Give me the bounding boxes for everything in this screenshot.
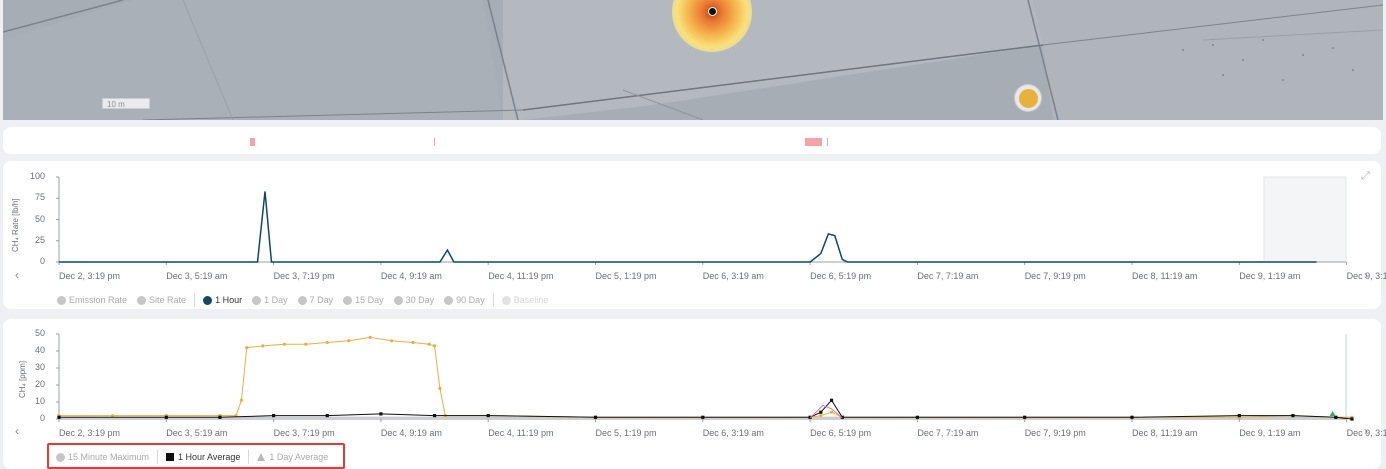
conc-series-point: [701, 415, 705, 419]
conc-series-point: [1237, 414, 1241, 418]
conc-series-point: [164, 415, 168, 419]
conc-series-point: [915, 415, 919, 419]
conc-x-tick-label: Dec 4, 9:19 am: [380, 428, 442, 438]
conc-series-point: [819, 410, 823, 414]
conc-series-point: [1130, 415, 1134, 419]
conc-series-line: [59, 336, 1352, 418]
conc-x-tick-label: Dec 6, 3:19 am: [702, 428, 764, 438]
conc-series-point: [432, 414, 437, 418]
conc-series-point: [379, 412, 383, 416]
conc-series-point: [432, 344, 437, 348]
conc-series-point: [282, 342, 286, 346]
conc-series-point: [325, 414, 329, 418]
conc-series-point: [1350, 417, 1354, 421]
conc-x-tick-label: Dec 9, 1:19 am: [1239, 428, 1301, 438]
conc-series-point: [829, 398, 834, 402]
conc-x-tick-label: Dec 3, 5:19 am: [166, 428, 228, 438]
conc-x-tick-label: Dec 7, 7:19 am: [917, 428, 979, 438]
conc-series-point: [325, 340, 329, 345]
conc-series-point: [438, 386, 442, 390]
conc-x-tick-label: Dec 8, 11:19 am: [1132, 428, 1198, 438]
conc-series-point: [486, 414, 490, 418]
conc-x-tick-label: Dec 7, 9:19 pm: [1024, 428, 1086, 438]
conc-series-point: [347, 339, 351, 343]
highlight-box: [47, 443, 345, 469]
conc-series-point: [390, 339, 394, 343]
conc-series-point: [57, 415, 61, 419]
conc-series-point: [239, 398, 244, 402]
conc-series-point: [218, 415, 222, 419]
concentration-chart[interactable]: [0, 0, 1386, 469]
conc-prev-button[interactable]: ‹: [15, 424, 19, 438]
conc-series-point: [245, 346, 249, 350]
conc-series-point: [1334, 415, 1338, 419]
conc-series-point: [427, 342, 431, 346]
conc-series-point: [411, 340, 415, 345]
conc-series-line: [59, 399, 1353, 420]
conc-x-tick-label: Dec 6, 5:19 pm: [810, 428, 872, 438]
conc-series-point: [1023, 415, 1027, 419]
conc-series-point: [111, 414, 115, 418]
conc-x-tick-label: Dec 4, 11:19 pm: [488, 428, 554, 438]
conc-series-point: [593, 415, 598, 419]
conc-series-point: [261, 344, 265, 348]
conc-x-tick-label: Dec 5, 1:19 pm: [595, 428, 657, 438]
conc-series-point: [304, 342, 308, 346]
conc-green-marker: [1329, 411, 1336, 416]
conc-series-point: [819, 414, 823, 418]
conc-series-point: [368, 335, 372, 339]
conc-x-tick-label: Dec 2, 3:19 pm: [59, 428, 121, 438]
conc-series-point: [272, 414, 276, 418]
conc-next-button[interactable]: ›: [1364, 424, 1368, 438]
conc-series-point: [1291, 414, 1295, 418]
conc-series-point: [829, 410, 834, 414]
conc-x-tick-label: Dec 3, 7:19 pm: [273, 428, 335, 438]
